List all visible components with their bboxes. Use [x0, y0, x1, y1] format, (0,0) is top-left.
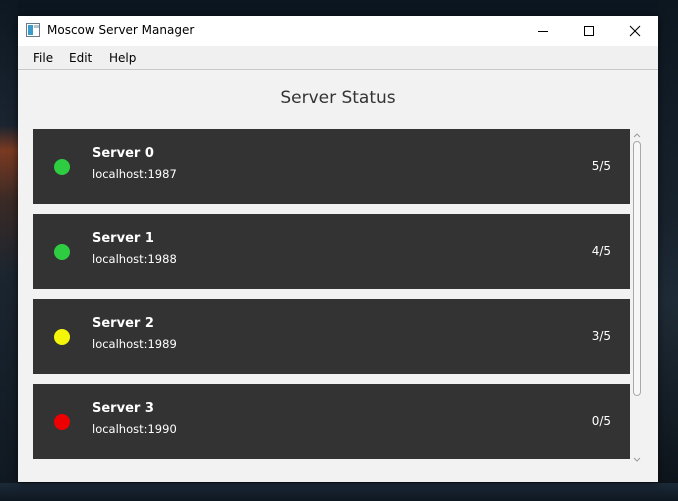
server-name: Server 3: [92, 401, 154, 416]
menu-bar: File Edit Help: [18, 46, 658, 70]
server-card[interactable]: Server 0 localhost:1987 5/5: [33, 129, 630, 204]
scroll-down-arrow-icon: [633, 457, 641, 462]
server-count: 4/5: [591, 244, 611, 258]
minimize-icon: [538, 31, 548, 32]
server-name: Server 1: [92, 231, 154, 246]
desktop-background-right: [658, 0, 678, 501]
scroll-up-arrow-icon: [633, 133, 641, 138]
server-address: localhost:1989: [92, 337, 177, 351]
menu-file[interactable]: File: [33, 51, 53, 65]
server-card[interactable]: Server 1 localhost:1988 4/5: [33, 214, 630, 289]
status-indicator: [54, 414, 70, 430]
server-count: 0/5: [591, 414, 611, 428]
window-title: Moscow Server Manager: [47, 23, 195, 37]
desktop-background-bottom: [0, 483, 678, 501]
status-indicator: [54, 329, 70, 345]
server-address: localhost:1988: [92, 252, 177, 266]
server-name: Server 0: [92, 146, 154, 161]
app-window-icon: [26, 23, 40, 37]
server-count: 3/5: [591, 329, 611, 343]
scroll-down-button[interactable]: [630, 454, 644, 466]
server-name: Server 2: [92, 316, 154, 331]
server-count: 5/5: [591, 159, 611, 173]
status-indicator: [54, 244, 70, 260]
page-title: Server Status: [280, 88, 396, 108]
menu-help[interactable]: Help: [109, 51, 136, 65]
scrollbar-thumb[interactable]: [633, 141, 641, 396]
vertical-scrollbar[interactable]: [630, 129, 644, 466]
maximize-icon: [584, 26, 594, 36]
server-card[interactable]: Server 3 localhost:1990 0/5: [33, 384, 630, 459]
close-button[interactable]: [612, 16, 658, 46]
scroll-up-button[interactable]: [630, 129, 644, 141]
app-window: Moscow Server Manager File Edit Help Ser…: [18, 16, 658, 482]
server-address: localhost:1987: [92, 167, 177, 181]
server-list[interactable]: Server 0 localhost:1987 5/5 Server 1 loc…: [32, 129, 630, 459]
title-bar[interactable]: Moscow Server Manager: [18, 16, 658, 46]
close-icon: [629, 25, 641, 37]
desktop-background-left: [0, 0, 18, 501]
server-address: localhost:1990: [92, 422, 177, 436]
scrollbar-track[interactable]: [633, 141, 641, 454]
minimize-button[interactable]: [520, 16, 566, 46]
server-card[interactable]: Server 2 localhost:1989 3/5: [33, 299, 630, 374]
maximize-button[interactable]: [566, 16, 612, 46]
status-indicator: [54, 159, 70, 175]
menu-edit[interactable]: Edit: [69, 51, 92, 65]
